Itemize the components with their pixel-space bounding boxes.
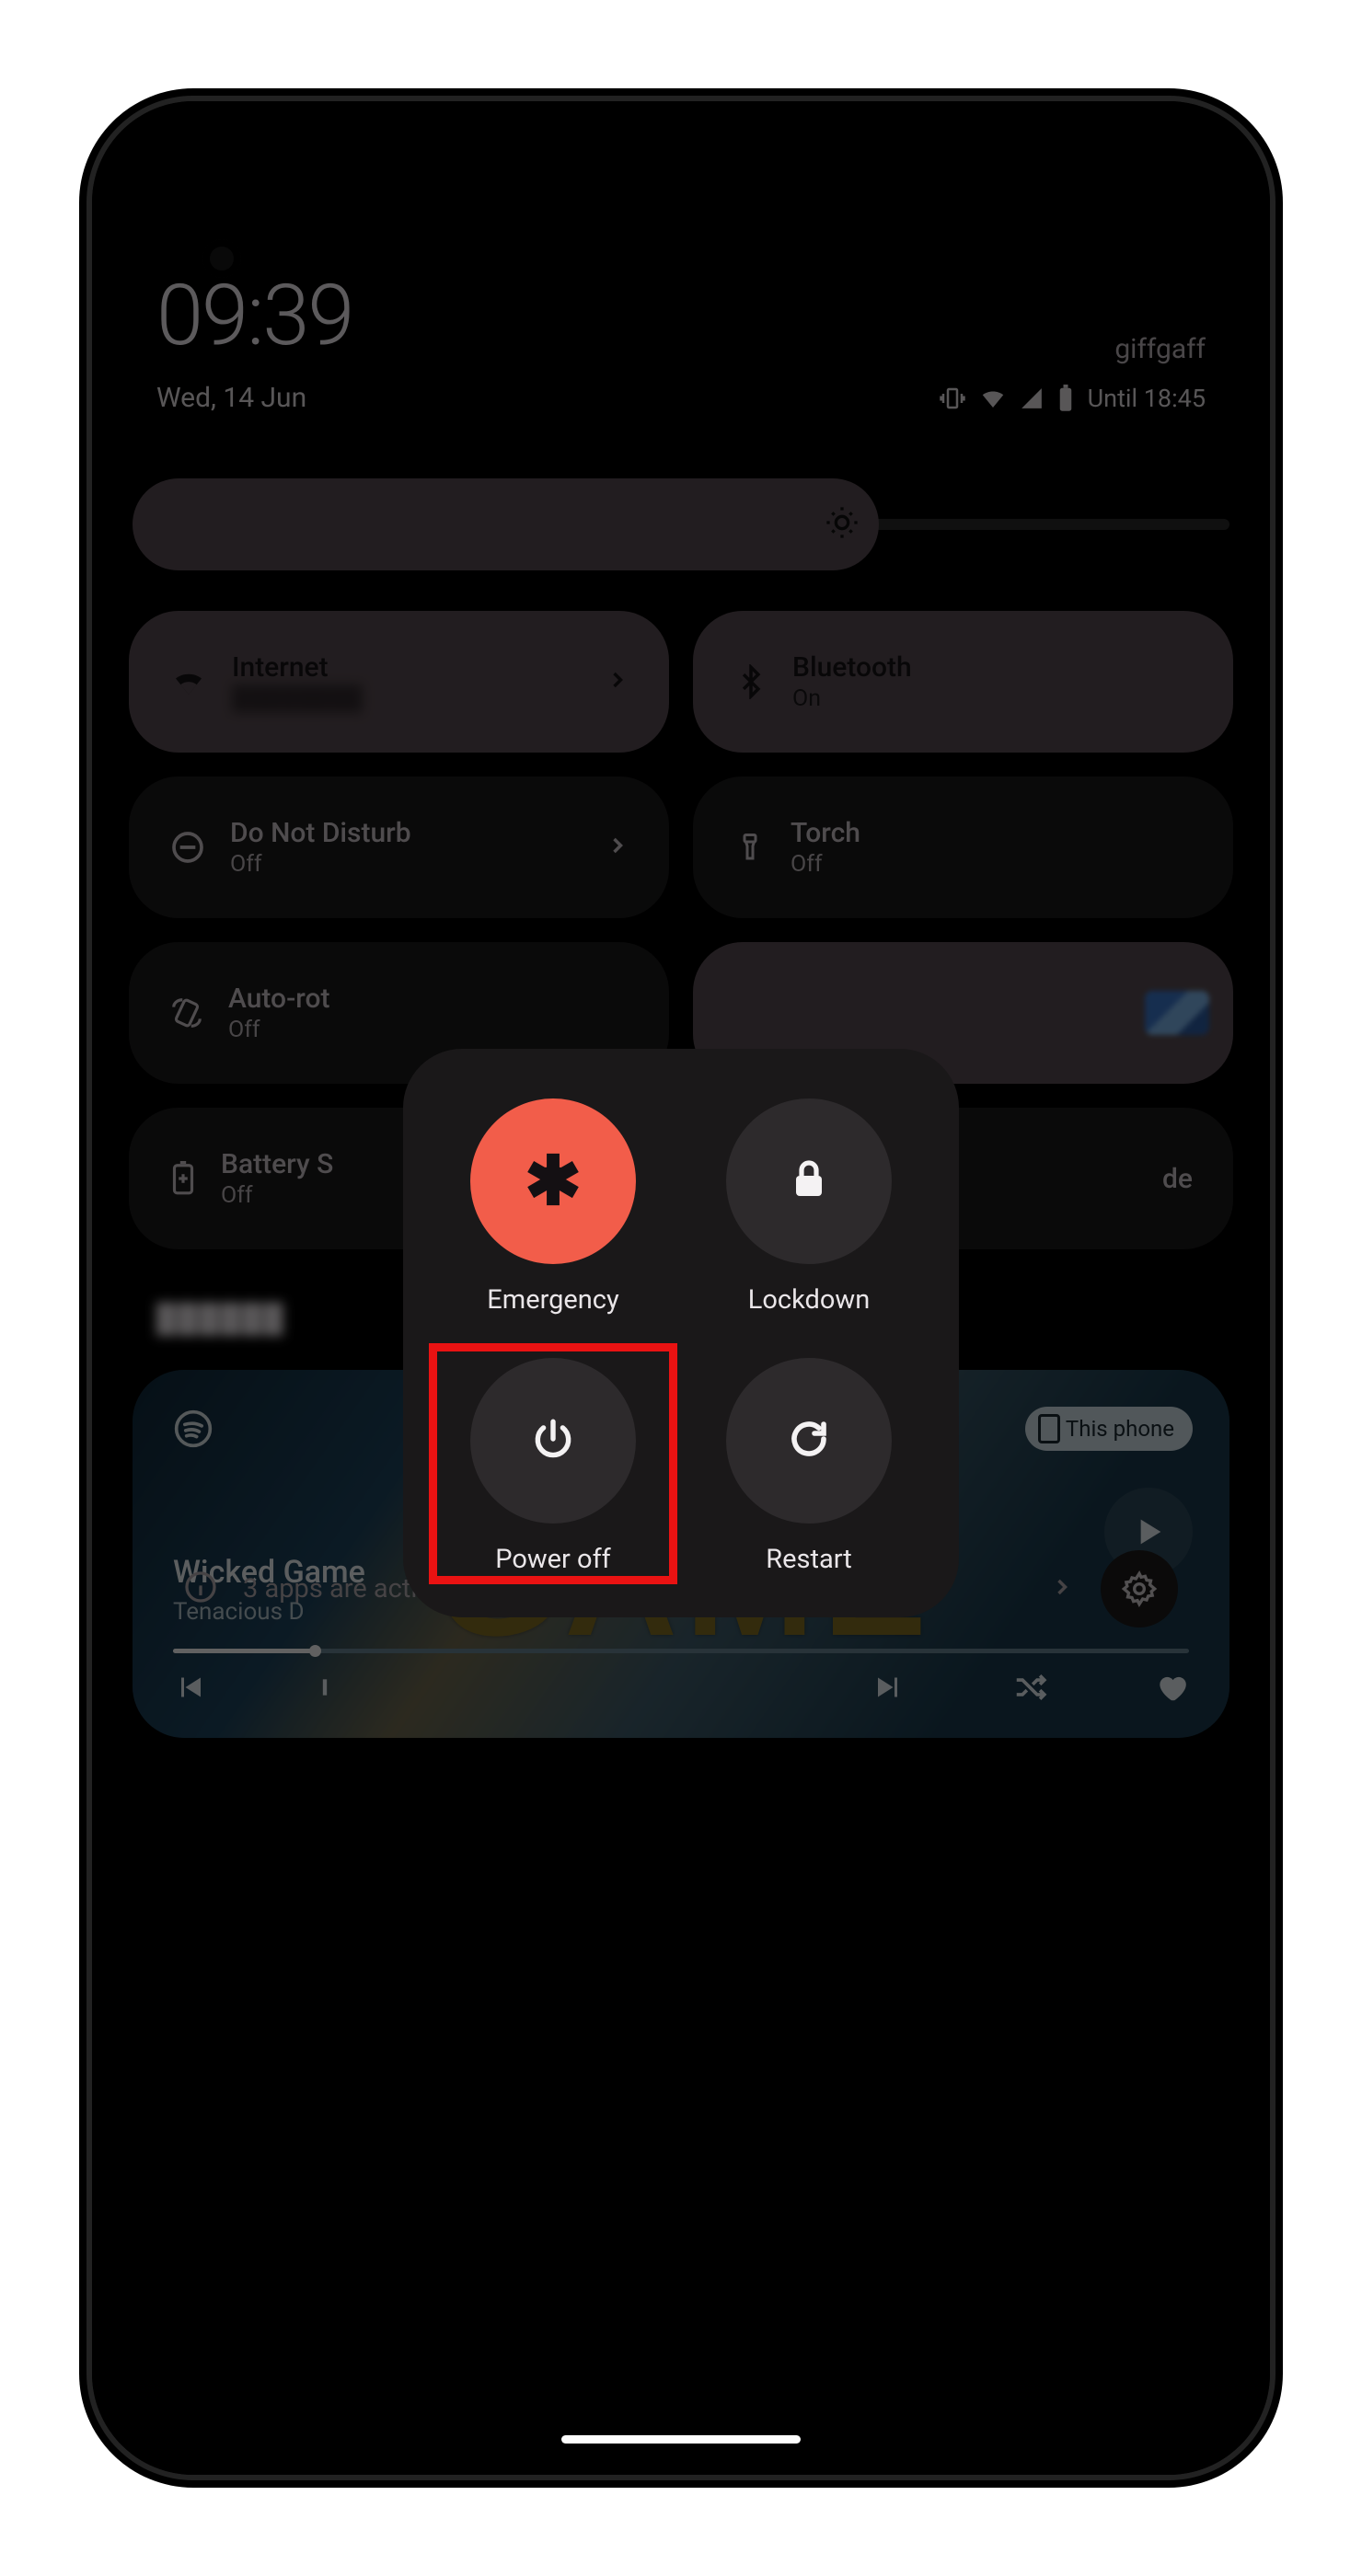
power-menu-label: Lockdown <box>748 1284 870 1316</box>
asterisk-glyph: ✱ <box>525 1142 582 1222</box>
chevron-right-icon <box>1049 1574 1075 1604</box>
home-indicator[interactable] <box>561 2435 801 2444</box>
tile-title: Internet <box>232 651 363 684</box>
tile-subtitle: Off <box>230 851 411 878</box>
vibrate-icon <box>939 385 966 412</box>
wifi-icon <box>979 385 1007 412</box>
battery-until-label: Until 18:45 <box>1088 384 1206 413</box>
battery-icon <box>1056 385 1075 412</box>
qs-tile-internet[interactable]: Internet ████████ <box>129 611 669 753</box>
power-menu-lockdown[interactable]: Lockdown <box>698 1098 920 1316</box>
bluetooth-icon <box>733 664 768 699</box>
chevron-right-icon <box>605 833 630 862</box>
phone-frame: 09:39 giffgaff Wed, 14 Jun <box>92 101 1270 2475</box>
lock-icon <box>787 1157 831 1205</box>
qs-tile-torch[interactable]: Torch Off <box>693 776 1233 918</box>
tile-subtitle: Off <box>228 1017 330 1043</box>
autorotate-icon <box>169 995 204 1030</box>
progress-bar[interactable] <box>173 1649 1189 1653</box>
tile-title: Do Not Disturb <box>230 817 411 849</box>
qs-tile-bluetooth[interactable]: Bluetooth On <box>693 611 1233 753</box>
front-camera <box>202 239 241 278</box>
pause-small-icon[interactable] <box>313 1671 337 1708</box>
power-menu-label: Restart <box>766 1544 852 1575</box>
qs-tile-dnd[interactable]: Do Not Disturb Off <box>129 776 669 918</box>
tile-subtitle: Off <box>221 1182 333 1209</box>
tile-subtitle-redacted: ████████ <box>232 685 363 712</box>
output-device-chip[interactable]: This phone <box>1025 1407 1193 1451</box>
torch-icon <box>733 831 767 864</box>
shuffle-icon[interactable] <box>1012 1670 1047 1708</box>
date-label: Wed, 14 Jun <box>156 382 306 414</box>
carrier-label: giffgaff <box>1114 333 1206 365</box>
power-menu-emergency[interactable]: ✱ Emergency <box>442 1098 664 1316</box>
settings-button[interactable] <box>1101 1550 1178 1627</box>
brightness-slider[interactable] <box>133 478 1229 570</box>
previous-icon[interactable] <box>173 1671 206 1708</box>
info-icon <box>184 1570 217 1607</box>
wifi-icon <box>169 662 208 701</box>
status-icons: Until 18:45 <box>939 384 1206 413</box>
tile-title-fragment: de <box>1162 1163 1193 1195</box>
spotify-icon <box>173 1409 214 1453</box>
battery-saver-icon <box>169 1161 197 1196</box>
tile-title: Auto-rot <box>228 983 330 1015</box>
tile-subtitle: On <box>792 685 912 712</box>
next-icon[interactable] <box>872 1671 906 1708</box>
signal-icon <box>1020 386 1044 410</box>
chevron-right-icon <box>605 667 630 696</box>
power-menu: ✱ Emergency Lockdown P <box>403 1049 959 1617</box>
clock: 09:39 <box>156 267 352 365</box>
screen: 09:39 giffgaff Wed, 14 Jun <box>92 101 1270 2475</box>
restart-icon <box>787 1417 831 1465</box>
power-menu-restart[interactable]: Restart <box>698 1358 920 1575</box>
tile-subtitle: Off <box>791 851 860 878</box>
tile-title: Torch <box>791 817 860 849</box>
dnd-icon <box>169 829 206 866</box>
brightness-icon <box>824 504 860 545</box>
tile-title: Bluetooth <box>792 651 912 684</box>
heart-icon[interactable] <box>1154 1670 1189 1708</box>
tile-title: Battery S <box>221 1148 333 1180</box>
chip-label: This phone <box>1066 1416 1174 1442</box>
tutorial-highlight <box>429 1343 677 1584</box>
power-menu-label: Emergency <box>487 1284 618 1316</box>
card-thumbnail <box>1145 991 1209 1035</box>
power-menu-poweroff[interactable]: Power off <box>442 1358 664 1575</box>
